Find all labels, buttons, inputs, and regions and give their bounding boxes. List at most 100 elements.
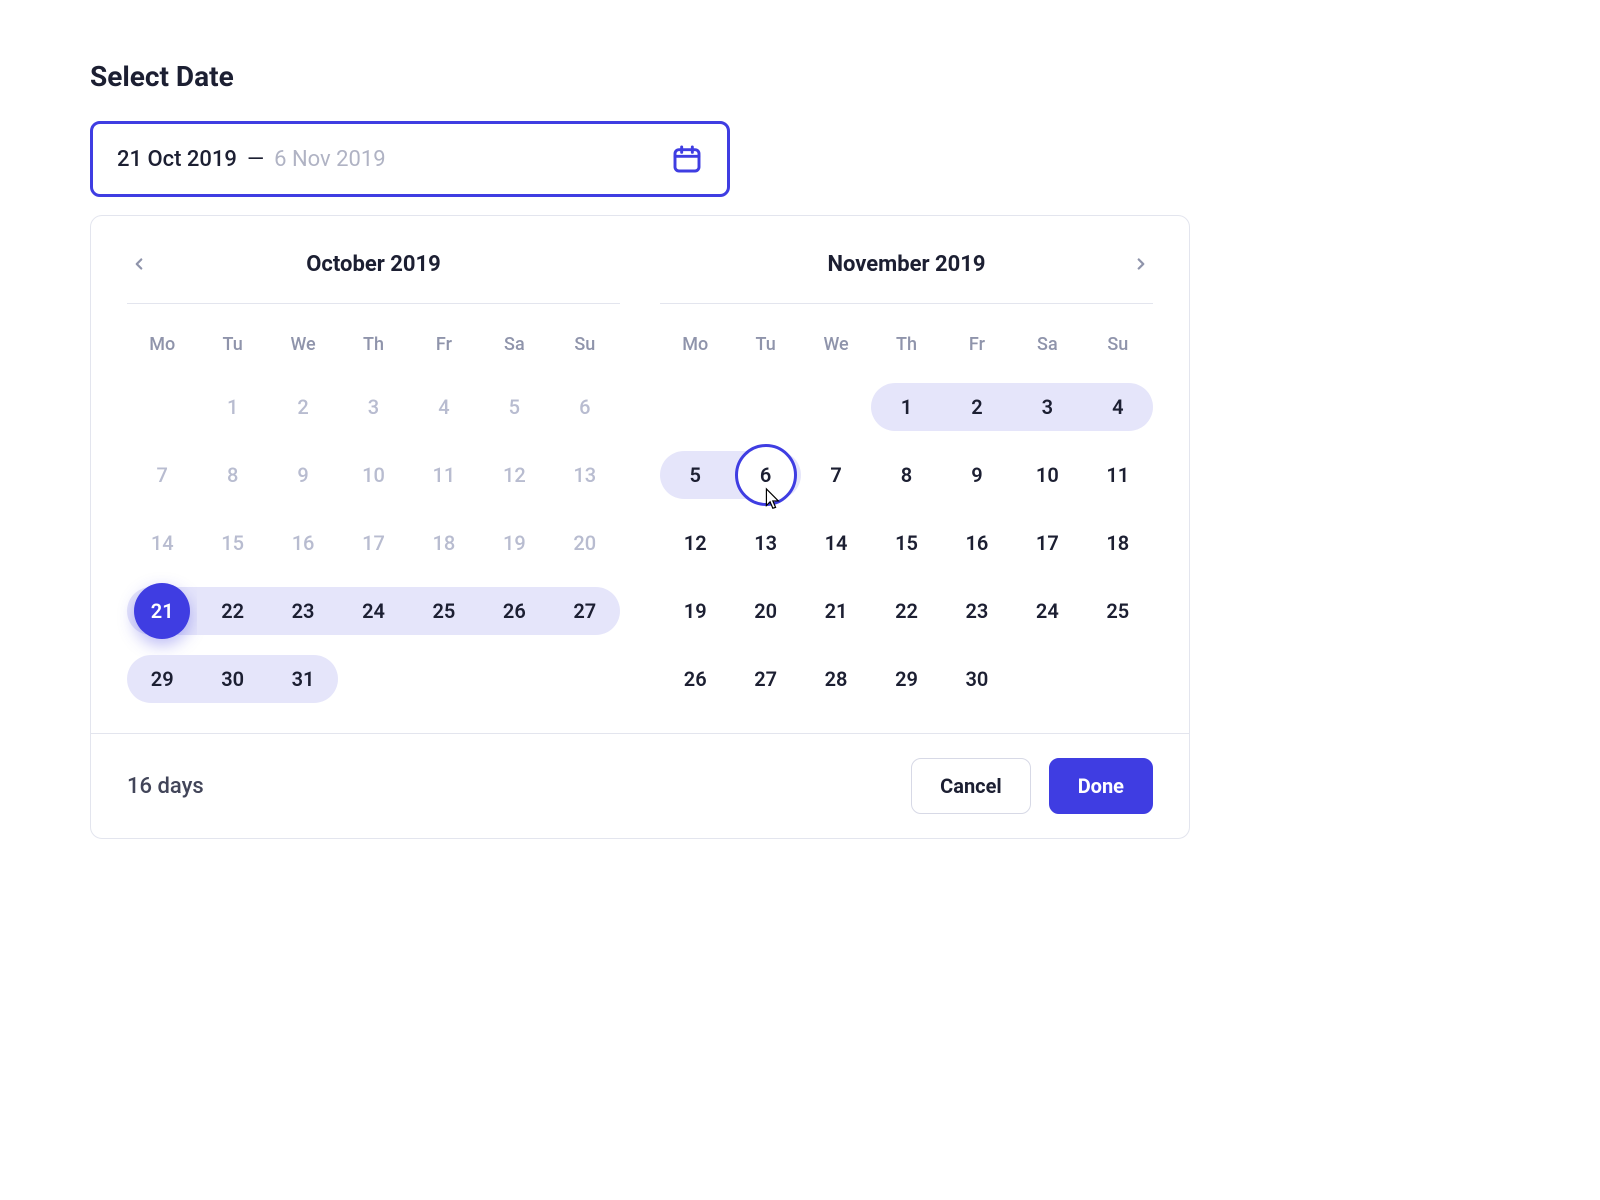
day-cell[interactable]: 12 (660, 515, 730, 571)
day-number: 24 (362, 599, 385, 623)
day-number: 13 (573, 463, 596, 487)
day-number: 24 (1036, 599, 1059, 623)
day-cell[interactable]: 8 (197, 447, 267, 503)
day-cell[interactable]: 18 (409, 515, 479, 571)
day-number: 6 (760, 463, 771, 487)
day-cell[interactable]: 9 (268, 447, 338, 503)
day-number: 18 (433, 531, 456, 555)
day-cell[interactable]: 20 (730, 583, 800, 639)
weekday-label: Mo (660, 334, 730, 355)
day-cell[interactable]: 22 (197, 583, 267, 639)
day-cell[interactable]: 12 (479, 447, 549, 503)
day-cell[interactable]: 2 (942, 379, 1012, 435)
day-number: 23 (965, 599, 988, 623)
day-empty (801, 379, 871, 435)
day-cell[interactable]: 6 (550, 379, 620, 435)
day-cell[interactable]: 16 (268, 515, 338, 571)
day-cell[interactable]: 3 (338, 379, 408, 435)
mouse-cursor-icon (760, 487, 782, 517)
day-cell[interactable]: 25 (1083, 583, 1153, 639)
day-cell[interactable]: 15 (197, 515, 267, 571)
day-cell[interactable]: 20 (550, 515, 620, 571)
date-range-input[interactable]: 21 Oct 2019 — 6 Nov 2019 (90, 121, 730, 197)
day-cell[interactable]: 17 (338, 515, 408, 571)
weekday-label: We (268, 334, 338, 355)
weekday-label: Su (1083, 334, 1153, 355)
day-number: 28 (825, 667, 848, 691)
day-number: 11 (433, 463, 456, 487)
day-cell[interactable]: 14 (801, 515, 871, 571)
day-cell[interactable]: 1 (871, 379, 941, 435)
day-number: 21 (825, 599, 848, 623)
day-cell[interactable]: 22 (871, 583, 941, 639)
weekday-label: Tu (197, 334, 267, 355)
day-cell[interactable]: 11 (409, 447, 479, 503)
day-cell[interactable]: 16 (942, 515, 1012, 571)
day-cell[interactable]: 27 (550, 583, 620, 639)
day-cell[interactable]: 28 (801, 651, 871, 707)
day-number: 8 (901, 463, 912, 487)
day-empty (127, 379, 197, 435)
day-cell[interactable]: 19 (660, 583, 730, 639)
day-cell[interactable]: 9 (942, 447, 1012, 503)
day-cell[interactable]: 21 (127, 583, 197, 639)
day-cell[interactable]: 13 (550, 447, 620, 503)
day-cell[interactable]: 18 (1083, 515, 1153, 571)
day-cell[interactable]: 10 (1012, 447, 1082, 503)
day-cell[interactable]: 4 (1083, 379, 1153, 435)
day-cell[interactable]: 21 (801, 583, 871, 639)
month-right: November 2019 MoTuWeThFrSaSu 12345678910… (660, 252, 1153, 713)
day-cell[interactable]: 15 (871, 515, 941, 571)
day-cell[interactable]: 26 (479, 583, 549, 639)
day-cell[interactable]: 29 (871, 651, 941, 707)
day-empty (730, 379, 800, 435)
day-cell[interactable]: 29 (127, 651, 197, 707)
day-number: 2 (297, 395, 308, 419)
prev-month-button[interactable] (127, 252, 151, 276)
day-cell[interactable]: 10 (338, 447, 408, 503)
day-cell[interactable]: 30 (942, 651, 1012, 707)
day-number: 19 (503, 531, 526, 555)
day-cell[interactable]: 19 (479, 515, 549, 571)
day-cell[interactable]: 7 (127, 447, 197, 503)
day-cell[interactable]: 13 (730, 515, 800, 571)
day-cell[interactable]: 3 (1012, 379, 1082, 435)
day-cell[interactable]: 6 (730, 447, 800, 503)
day-cell[interactable]: 5 (660, 447, 730, 503)
day-cell[interactable]: 11 (1083, 447, 1153, 503)
weekday-label: We (801, 334, 871, 355)
day-number: 12 (503, 463, 526, 487)
day-cell[interactable]: 30 (197, 651, 267, 707)
month-left: October 2019 MoTuWeThFrSaSu 123456789101… (127, 252, 620, 713)
weekday-label: Sa (1012, 334, 1082, 355)
day-cell[interactable]: 27 (730, 651, 800, 707)
done-button[interactable]: Done (1049, 758, 1153, 814)
day-cell[interactable]: 5 (479, 379, 549, 435)
day-cell[interactable]: 17 (1012, 515, 1082, 571)
day-cell[interactable]: 14 (127, 515, 197, 571)
next-month-button[interactable] (1129, 252, 1153, 276)
day-number: 25 (432, 599, 455, 623)
day-cell[interactable]: 1 (197, 379, 267, 435)
day-number: 19 (684, 599, 707, 623)
day-number: 30 (965, 667, 988, 691)
day-number: 10 (1036, 463, 1059, 487)
day-cell[interactable]: 25 (409, 583, 479, 639)
day-cell[interactable]: 31 (268, 651, 338, 707)
weekday-label: Th (871, 334, 941, 355)
day-cell[interactable]: 23 (942, 583, 1012, 639)
day-cell[interactable]: 8 (871, 447, 941, 503)
day-cell[interactable]: 2 (268, 379, 338, 435)
day-cell[interactable]: 23 (268, 583, 338, 639)
day-cell[interactable]: 26 (660, 651, 730, 707)
day-empty (409, 651, 479, 707)
day-number: 10 (362, 463, 385, 487)
day-number: 13 (754, 531, 777, 555)
day-number: 17 (1036, 531, 1059, 555)
day-number: 6 (579, 395, 590, 419)
day-cell[interactable]: 24 (1012, 583, 1082, 639)
day-cell[interactable]: 4 (409, 379, 479, 435)
day-cell[interactable]: 24 (338, 583, 408, 639)
cancel-button[interactable]: Cancel (911, 758, 1031, 814)
day-cell[interactable]: 7 (801, 447, 871, 503)
